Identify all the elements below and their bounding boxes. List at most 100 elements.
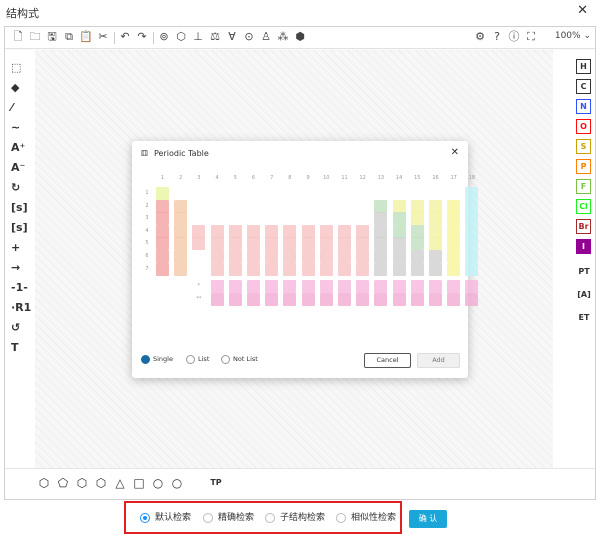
element-cell[interactable] [429, 292, 442, 306]
mode-single-radio[interactable] [141, 355, 150, 364]
search-similarity-radio[interactable] [336, 513, 346, 523]
element-cell[interactable] [283, 237, 297, 251]
redo-icon[interactable]: ↷ [135, 30, 149, 44]
element-cell[interactable] [174, 224, 188, 238]
cyclohexene-template-icon[interactable]: ⬡ [94, 476, 108, 490]
atom-extra-pt-button[interactable]: PT [575, 267, 593, 276]
about-icon[interactable]: ⓘ [507, 30, 521, 44]
help-icon[interactable]: ? [490, 30, 504, 44]
element-cell[interactable] [338, 262, 351, 276]
atom-br-button[interactable]: Br [576, 219, 591, 234]
paste-icon[interactable]: 📋 [79, 30, 93, 44]
single-bond-tool[interactable]: ⁄ [11, 100, 29, 116]
element-cell[interactable] [374, 292, 388, 306]
stereo-icon[interactable]: ∀ [225, 30, 239, 44]
element-cell[interactable] [447, 280, 461, 294]
element-cell[interactable] [429, 212, 442, 226]
element-cell[interactable] [410, 292, 424, 306]
r-group-tool[interactable]: ·R1 [11, 300, 31, 316]
element-cell[interactable] [228, 224, 242, 238]
rotate-tool[interactable]: ↻ [11, 180, 29, 196]
element-cell[interactable] [410, 262, 424, 276]
element-cell[interactable] [392, 262, 406, 276]
element-cell[interactable] [174, 199, 188, 213]
element-cell[interactable] [356, 237, 370, 251]
check-structure-icon[interactable]: ⊙ [242, 30, 256, 44]
element-cell[interactable] [392, 280, 406, 294]
element-cell[interactable] [465, 292, 479, 306]
zoom-select[interactable]: 100% ⌄ [555, 31, 591, 41]
element-cell[interactable] [429, 262, 442, 276]
element-cell[interactable] [283, 224, 297, 238]
reaction-mapping-tool[interactable]: -1- [11, 280, 29, 296]
element-cell[interactable] [392, 250, 406, 263]
element-cell[interactable] [174, 262, 188, 276]
element-cell[interactable] [429, 199, 442, 213]
element-cell[interactable] [174, 237, 188, 251]
element-cell[interactable] [301, 237, 315, 251]
element-cell[interactable] [301, 292, 315, 306]
element-cell[interactable] [265, 262, 279, 276]
benzene-template-icon[interactable]: ⬡ [37, 476, 51, 490]
element-cell[interactable] [410, 199, 424, 213]
element-cell[interactable] [192, 237, 206, 251]
reaction-arrow-tool[interactable]: → [11, 260, 29, 276]
cut-icon[interactable]: ✂ [96, 30, 110, 44]
element-cell[interactable] [374, 280, 388, 294]
element-cell[interactable] [338, 292, 351, 306]
element-cell[interactable] [301, 250, 315, 263]
element-cell[interactable] [265, 280, 279, 294]
element-cell[interactable] [156, 250, 169, 263]
element-cell[interactable] [374, 250, 388, 263]
save-icon[interactable]: 🖫 [45, 30, 59, 44]
element-cell[interactable] [319, 250, 333, 263]
element-cell[interactable] [210, 250, 224, 263]
element-cell[interactable] [465, 237, 479, 251]
element-cell[interactable] [447, 262, 461, 276]
element-cell[interactable] [265, 224, 279, 238]
atom-n-button[interactable]: N [576, 99, 591, 114]
element-cell[interactable] [392, 212, 406, 226]
atom-i-button[interactable]: I [576, 239, 591, 254]
search-exact-radio[interactable] [203, 513, 213, 523]
element-cell[interactable] [228, 262, 242, 276]
element-cell[interactable] [374, 212, 388, 226]
element-cell[interactable] [429, 224, 442, 238]
reaction-plus-tool[interactable]: + [11, 240, 29, 256]
element-cell[interactable] [429, 237, 442, 251]
element-cell[interactable] [301, 262, 315, 276]
element-cell[interactable] [156, 187, 169, 200]
element-cell[interactable] [283, 250, 297, 263]
text-tool[interactable]: T [11, 340, 29, 356]
undo-icon[interactable]: ↶ [118, 30, 132, 44]
window-close-icon[interactable]: ✕ [577, 3, 588, 18]
element-cell[interactable] [429, 250, 442, 263]
copy-icon[interactable]: ⧉ [62, 30, 76, 44]
element-cell[interactable] [356, 250, 370, 263]
element-cell[interactable] [338, 280, 351, 294]
element-cell[interactable] [410, 250, 424, 263]
element-cell[interactable] [283, 262, 297, 276]
element-cell[interactable] [247, 237, 260, 251]
element-cell[interactable] [174, 212, 188, 226]
element-cell[interactable] [210, 224, 224, 238]
element-cell[interactable] [356, 262, 370, 276]
attachment-point-tool[interactable]: ↺ [11, 320, 29, 336]
element-cell[interactable] [210, 237, 224, 251]
element-cell[interactable] [301, 224, 315, 238]
element-cell[interactable] [465, 224, 479, 238]
template-library-button[interactable]: TP [209, 476, 223, 490]
element-cell[interactable] [210, 292, 224, 306]
fullscreen-icon[interactable]: ⛶ [524, 30, 538, 44]
element-cell[interactable] [447, 224, 461, 238]
element-cell[interactable] [265, 292, 279, 306]
element-cell[interactable] [247, 224, 260, 238]
element-cell[interactable] [265, 237, 279, 251]
element-cell[interactable] [338, 250, 351, 263]
element-cell[interactable] [392, 224, 406, 238]
element-cell[interactable] [228, 292, 242, 306]
element-cell[interactable] [156, 237, 169, 251]
element-cell[interactable] [447, 292, 461, 306]
element-cell[interactable] [283, 292, 297, 306]
atom-cl-button[interactable]: Cl [576, 199, 591, 214]
